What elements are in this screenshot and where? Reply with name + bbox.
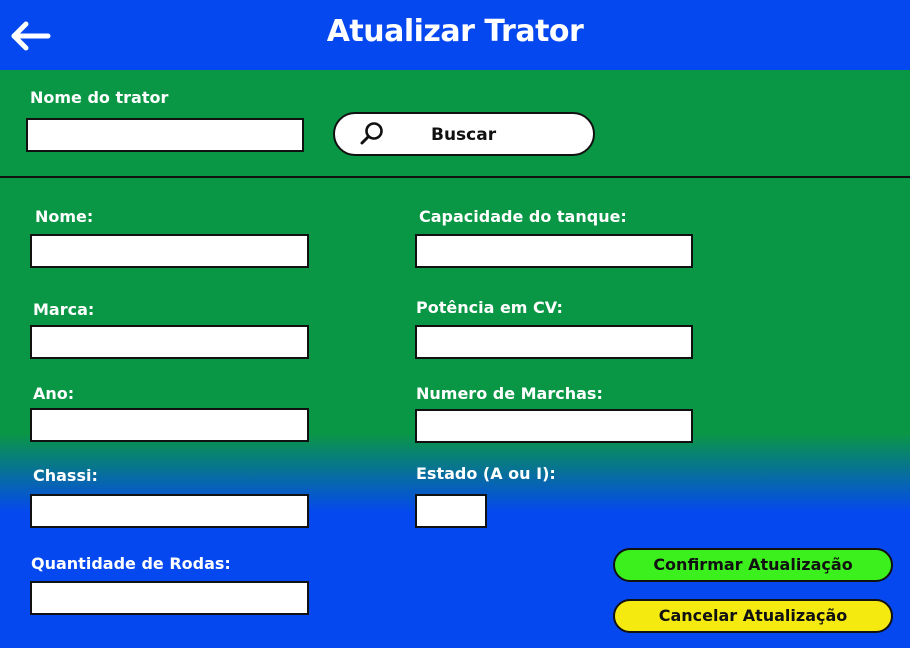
rodas-field[interactable] — [30, 581, 309, 615]
nome-field[interactable] — [30, 234, 309, 268]
search-button[interactable]: Buscar — [333, 112, 595, 156]
marca-label: Marca: — [33, 300, 95, 319]
page-title: Atualizar Trator — [326, 14, 584, 49]
ano-label: Ano: — [33, 384, 75, 403]
rodas-label: Quantidade de Rodas: — [31, 554, 231, 573]
potencia-field[interactable] — [415, 325, 693, 359]
chassi-field[interactable] — [30, 494, 309, 528]
tanque-label: Capacidade do tanque: — [419, 207, 627, 226]
chassi-label: Chassi: — [33, 466, 98, 485]
header-bar: Atualizar Trator — [0, 0, 910, 70]
search-label: Nome do trator — [30, 88, 169, 107]
estado-field[interactable] — [415, 494, 487, 528]
marchas-label: Numero de Marchas: — [416, 384, 603, 403]
estado-label: Estado (A ou I): — [416, 464, 556, 483]
ano-field[interactable] — [30, 408, 309, 442]
potencia-label: Potência em CV: — [416, 298, 563, 317]
confirm-update-button[interactable]: Confirmar Atualização — [613, 548, 893, 582]
nome-label: Nome: — [35, 207, 94, 226]
search-icon — [360, 122, 383, 145]
marchas-field[interactable] — [415, 409, 693, 443]
search-input[interactable] — [26, 118, 304, 152]
marca-field[interactable] — [30, 325, 309, 359]
cancel-update-button[interactable]: Cancelar Atualização — [613, 599, 893, 633]
search-button-label: Buscar — [431, 125, 497, 145]
tanque-field[interactable] — [415, 234, 693, 268]
